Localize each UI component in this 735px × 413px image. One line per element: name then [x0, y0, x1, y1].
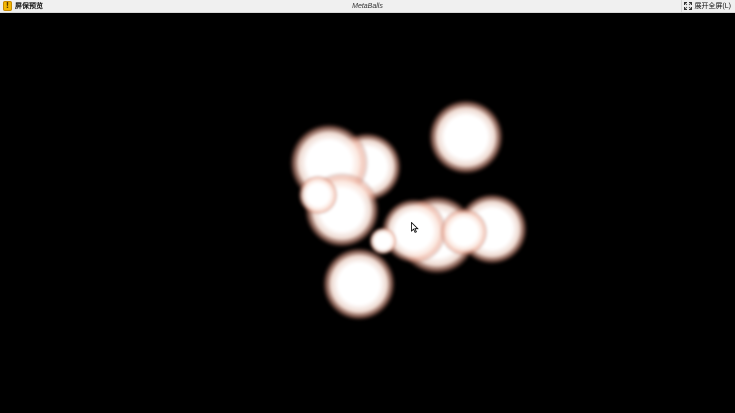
window-title: MetaBalls: [352, 3, 383, 10]
metaball: [298, 175, 338, 215]
title-bar: ! 屏保预览 MetaBalls 展开全屏(L): [0, 0, 735, 13]
metaballs-canvas[interactable]: [0, 13, 735, 413]
fullscreen-button[interactable]: 展开全屏(L): [681, 0, 734, 12]
metaball: [440, 208, 488, 256]
app-icon: !: [3, 1, 12, 11]
app-title: 屏保预览: [15, 3, 43, 10]
maximize-icon: [684, 2, 693, 10]
metaballs-scene: [0, 13, 735, 413]
fullscreen-label: 展开全屏(L): [694, 3, 731, 10]
metaball: [322, 247, 396, 321]
screensaver-preview-window: ! 屏保预览 MetaBalls 展开全屏(L): [0, 0, 735, 413]
metaball: [428, 99, 504, 175]
mouse-cursor-icon: [411, 222, 419, 233]
